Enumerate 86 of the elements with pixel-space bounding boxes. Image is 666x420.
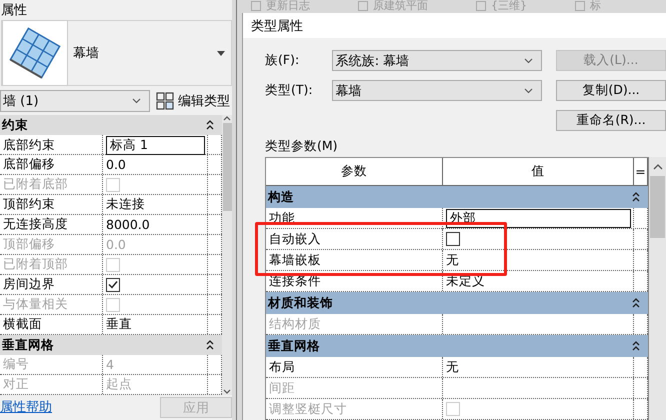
family-label: 族(F): <box>265 52 300 69</box>
parameter-value: 无 <box>446 252 459 268</box>
parameter-value: 4 <box>106 357 114 372</box>
scrollbar[interactable] <box>222 115 232 395</box>
type-name: 幕墙 <box>73 45 100 62</box>
section-title: 垂直网格 <box>268 338 320 354</box>
view-icon <box>358 1 368 11</box>
help-link[interactable]: 属性帮助 <box>0 398 52 416</box>
chevron-down-icon <box>524 58 533 64</box>
section-header[interactable]: 材质和装饰 <box>266 292 648 314</box>
panel-title: 属性 <box>0 2 28 20</box>
collapse-icon <box>632 192 640 202</box>
column-header: = <box>634 158 648 185</box>
section-header[interactable]: 垂直网格 <box>266 335 648 357</box>
parameter-value: 起点 <box>106 376 132 393</box>
parameter-name: 底部偏移 <box>3 156 55 173</box>
dropdown-arrow-icon <box>217 50 225 56</box>
tab-label: 更新日志 <box>266 0 310 12</box>
parameter-name: 横截面 <box>3 316 42 333</box>
parameter-name: 对正 <box>3 376 29 393</box>
parameter-name: 顶部约束 <box>3 196 55 213</box>
view-icon <box>251 1 261 11</box>
dialog-title: 类型属性 <box>251 18 303 34</box>
type-label: 类型(T): <box>265 82 314 99</box>
scroll-up-icon <box>652 163 662 170</box>
checkbox[interactable] <box>446 232 460 246</box>
dropdown-value: 墙 (1) <box>3 93 39 110</box>
edit-type-button[interactable]: 编辑类型 <box>156 92 230 110</box>
parameter-name: 幕墙嵌板 <box>269 252 321 268</box>
checkbox[interactable] <box>106 278 120 292</box>
chevron-down-icon <box>132 98 141 104</box>
dropdown-value: 幕墙 <box>336 82 362 100</box>
value-field[interactable]: 标高 1 <box>106 136 205 155</box>
parameter-value: 8000.0 <box>106 217 150 232</box>
scroll-up-icon <box>223 115 231 121</box>
column-header: 值 <box>443 158 634 185</box>
parameter-name: 房间边界 <box>3 276 55 293</box>
section-header[interactable]: 约束 <box>0 115 222 135</box>
section-title: 材质和装饰 <box>268 294 333 312</box>
scrollbar[interactable] <box>649 157 666 420</box>
section-header[interactable]: 构造 <box>266 186 648 208</box>
parameter-name: 自动嵌入 <box>269 230 321 248</box>
scrollbar-thumb[interactable] <box>650 176 665 238</box>
collapse-icon <box>632 341 640 351</box>
section-header[interactable]: 垂直网格 <box>0 335 222 355</box>
tab-label: 原建筑平面 <box>373 0 428 12</box>
view-icon <box>476 1 486 11</box>
tab-label: 标 <box>590 0 601 12</box>
collapse-icon <box>206 340 214 350</box>
dialog-button[interactable]: 重命名(R)... <box>556 110 666 131</box>
parameter-name: 已附着顶部 <box>3 256 68 273</box>
section-title: 垂直网格 <box>2 336 54 354</box>
tab-label: {三维} <box>491 0 527 12</box>
parameter-value: 垂直 <box>106 316 132 333</box>
edit-type-icon <box>156 92 174 110</box>
column-header: 参数 <box>266 158 443 185</box>
parameter-value: 0.0 <box>106 237 126 252</box>
parameter-name: 底部约束 <box>3 137 55 154</box>
chevron-down-icon <box>524 88 533 94</box>
parameter-value: 0.0 <box>106 157 126 172</box>
parameter-name: 间距 <box>269 380 295 396</box>
collapse-icon <box>206 120 214 130</box>
type-selector[interactable]: 幕墙 <box>1 20 232 86</box>
parameter-name: 已附着底部 <box>3 176 68 193</box>
instance-dropdown[interactable]: 墙 (1) <box>0 90 150 112</box>
checkmark-icon <box>108 280 118 289</box>
parameter-name: 布局 <box>269 358 295 376</box>
dialog-button[interactable]: 复制(D)... <box>556 80 666 101</box>
parameter-name: 顶部偏移 <box>3 236 55 253</box>
family-dropdown[interactable]: 系统族: 幕墙 <box>332 50 542 71</box>
section-title: 构造 <box>268 188 294 206</box>
parameter-value: 无 <box>446 358 459 376</box>
type-dropdown[interactable]: 幕墙 <box>332 80 542 101</box>
section-title: 约束 <box>2 116 28 134</box>
parameters-label: 类型参数(M) <box>265 138 338 153</box>
parameter-name: 调整竖梃尺寸 <box>269 400 347 418</box>
parameter-name: 结构材质 <box>269 316 321 332</box>
parameter-name: 编号 <box>3 356 29 373</box>
scroll-down-icon <box>223 389 231 395</box>
scrollbar-thumb[interactable] <box>222 123 232 211</box>
parameter-name: 无连接高度 <box>3 216 68 233</box>
collapse-icon <box>632 298 640 308</box>
parameter-value: 未连接 <box>106 196 145 213</box>
view-icon <box>575 1 585 11</box>
dropdown-value: 系统族: 幕墙 <box>336 52 410 70</box>
parameter-name: 与体量相关 <box>3 296 68 313</box>
